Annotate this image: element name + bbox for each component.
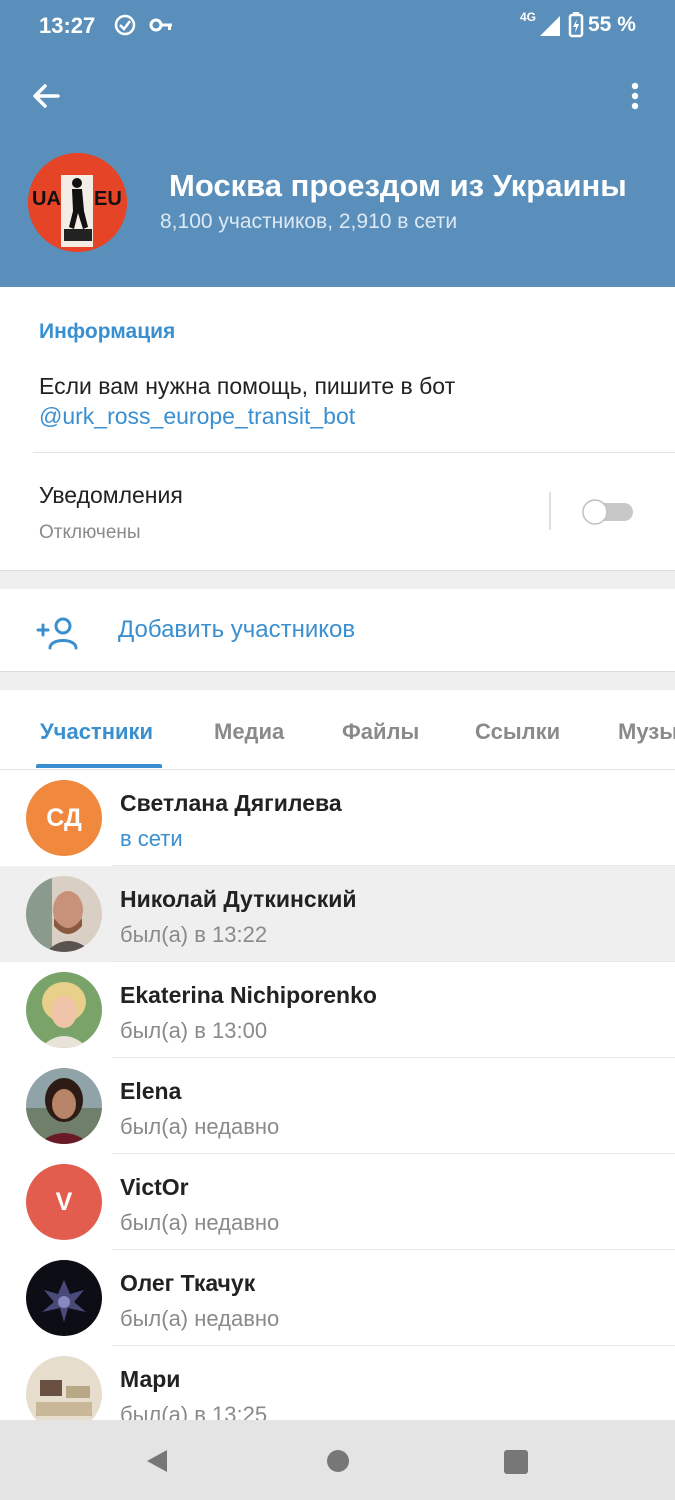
add-user-icon bbox=[36, 617, 78, 650]
avatar bbox=[26, 876, 102, 952]
chat-header: 13:27 4G 55 % UA EU Москва проездом из У… bbox=[0, 0, 675, 287]
svg-text:UA: UA bbox=[32, 188, 61, 210]
member-status: был(а) в 13:22 bbox=[120, 922, 268, 947]
member-name: Николай Дуткинский bbox=[120, 886, 357, 912]
member-status: был(а) недавно bbox=[120, 1210, 280, 1235]
group-logo-image: UA EU bbox=[28, 153, 127, 252]
avatar: V bbox=[26, 1164, 102, 1240]
battery-charging-icon bbox=[568, 12, 584, 38]
avatar bbox=[26, 1260, 102, 1336]
divider bbox=[33, 452, 675, 453]
member-status: был(а) недавно bbox=[120, 1306, 280, 1331]
member-status: был(а) недавно bbox=[120, 1114, 280, 1139]
avatar bbox=[26, 972, 102, 1048]
nav-home-icon[interactable] bbox=[327, 1450, 349, 1472]
add-members-button[interactable]: Добавить участников bbox=[118, 616, 355, 644]
battery-level: 55 % bbox=[588, 13, 636, 36]
nav-back-icon[interactable] bbox=[145, 1448, 169, 1474]
sync-check-icon bbox=[114, 14, 136, 36]
section-gap bbox=[0, 570, 675, 589]
tab-links[interactable]: Ссылки bbox=[475, 719, 560, 745]
member-name: Ekaterina Nichiporenko bbox=[120, 982, 377, 1008]
tab-files[interactable]: Файлы bbox=[342, 719, 419, 745]
media-tabs: Участники Медиа Файлы Ссылки Музыка bbox=[0, 690, 675, 770]
nav-recents-icon[interactable] bbox=[504, 1450, 528, 1474]
group-avatar[interactable]: UA EU bbox=[28, 153, 127, 252]
svg-text:EU: EU bbox=[94, 188, 122, 210]
avatar: СД bbox=[26, 780, 102, 856]
tab-music[interactable]: Музыка bbox=[618, 719, 675, 745]
more-menu-icon[interactable] bbox=[620, 78, 650, 114]
member-name: Мари bbox=[120, 1366, 181, 1392]
active-tab-indicator bbox=[36, 764, 162, 768]
avatar-initials: V bbox=[55, 1187, 73, 1216]
vertical-separator bbox=[549, 492, 551, 530]
section-gap bbox=[0, 671, 675, 691]
member-name: Светлана Дягилева bbox=[120, 790, 342, 816]
avatar-initials: СД bbox=[46, 803, 82, 832]
member-status: был(а) в 13:00 bbox=[120, 1018, 268, 1043]
member-name: Олег Ткачук bbox=[120, 1270, 256, 1296]
notifications-status: Отключены bbox=[39, 522, 141, 543]
member-row[interactable]: Николай Дуткинский был(а) в 13:22 bbox=[0, 866, 675, 962]
member-count: 8,100 участников, 2,910 в сети bbox=[160, 210, 458, 233]
avatar-photo bbox=[26, 972, 102, 1048]
notifications-label[interactable]: Уведомления bbox=[39, 482, 183, 509]
member-row[interactable]: Олег Ткачук был(а) недавно bbox=[0, 1250, 675, 1346]
member-row[interactable]: Ekaterina Nichiporenko был(а) в 13:00 bbox=[0, 962, 675, 1058]
tab-media[interactable]: Медиа bbox=[214, 719, 284, 745]
group-title: Москва проездом из Украины bbox=[169, 168, 627, 203]
avatar-photo bbox=[26, 876, 102, 952]
info-heading: Информация bbox=[39, 320, 176, 343]
back-arrow-icon[interactable] bbox=[28, 78, 64, 114]
status-bar: 13:27 4G 55 % bbox=[0, 0, 675, 52]
avatar bbox=[26, 1068, 102, 1144]
member-row[interactable]: Elena был(а) недавно bbox=[0, 1058, 675, 1154]
avatar-photo bbox=[26, 1260, 102, 1336]
vpn-key-icon bbox=[149, 18, 172, 32]
info-section: Информация Если вам нужна помощь, пишите… bbox=[0, 287, 675, 570]
info-description: Если вам нужна помощь, пишите в бот bbox=[39, 373, 456, 399]
status-time: 13:27 bbox=[39, 13, 96, 38]
member-name: VictOr bbox=[120, 1174, 189, 1200]
notifications-toggle[interactable] bbox=[580, 498, 636, 526]
member-status: в сети bbox=[120, 826, 183, 851]
signal-icon bbox=[540, 16, 560, 36]
tab-members[interactable]: Участники bbox=[40, 719, 153, 745]
bot-link[interactable]: @urk_ross_europe_transit_bot bbox=[39, 403, 355, 430]
member-name: Elena bbox=[120, 1078, 182, 1104]
avatar-photo bbox=[26, 1068, 102, 1144]
network-type: 4G bbox=[520, 10, 537, 24]
member-row[interactable]: СД Светлана Дягилева в сети bbox=[0, 770, 675, 866]
member-row[interactable]: V VictOr был(а) недавно bbox=[0, 1154, 675, 1250]
